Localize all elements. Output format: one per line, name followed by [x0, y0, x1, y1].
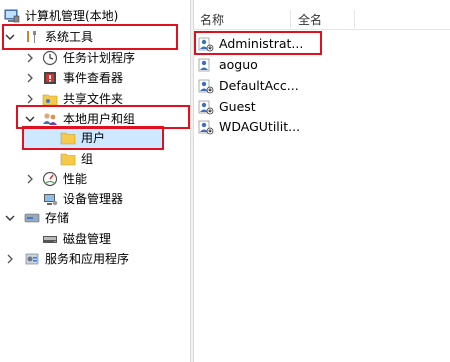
tree-item-label: 设备管理器	[63, 192, 124, 206]
tree-item-label: 事件查看器	[63, 71, 124, 85]
tree-item-shared-folders[interactable]: 共享文件夹	[24, 89, 123, 109]
tree-item-label: 性能	[63, 172, 88, 186]
folder-icon	[60, 151, 76, 167]
tree-item-system-tools[interactable]: 系统工具	[4, 27, 93, 47]
tree-item-device-manager[interactable]: 设备管理器	[42, 189, 123, 209]
tree-item-computer-management[interactable]: 计算机管理(本地)	[4, 6, 118, 26]
tree-item-groups[interactable]: 组	[60, 149, 93, 169]
tree-item-users[interactable]: 用户	[60, 128, 105, 148]
disk-icon	[42, 231, 58, 247]
tree-item-local-users-groups[interactable]: 本地用户和组	[24, 109, 135, 129]
tree-item-label: 用户	[81, 131, 106, 145]
list-header: 名称 全名	[194, 6, 450, 30]
performance-icon	[42, 171, 58, 187]
tree-item-performance[interactable]: 性能	[24, 169, 87, 189]
chevron-down-icon[interactable]	[24, 113, 36, 125]
user-name: DefaultAcc...	[219, 78, 299, 93]
tree-item-event-viewer[interactable]: 事件查看器	[24, 68, 123, 88]
user-name: WDAGUtilit...	[219, 119, 301, 134]
list-item-user[interactable]: DefaultAcc...	[198, 76, 299, 96]
chevron-right-icon[interactable]	[24, 93, 36, 105]
tree-item-label: 共享文件夹	[63, 92, 124, 106]
computer-management-icon	[4, 8, 20, 24]
column-separator[interactable]	[290, 10, 291, 28]
storage-icon	[24, 210, 40, 226]
user-name: aoguo	[219, 57, 258, 72]
list-item-user[interactable]: WDAGUtilit...	[198, 117, 300, 137]
user-icon	[198, 119, 214, 135]
list-item-user[interactable]: Administrat...	[198, 34, 303, 54]
tree-item-label: 系统工具	[45, 30, 94, 44]
chevron-down-icon[interactable]	[4, 31, 16, 43]
tree-item-disk-management[interactable]: 磁盘管理	[42, 229, 111, 249]
tree-item-label: 存储	[45, 211, 70, 225]
clock-icon	[42, 50, 58, 66]
tree-item-label: 任务计划程序	[63, 51, 136, 65]
chevron-down-icon[interactable]	[4, 212, 16, 224]
chevron-right-icon[interactable]	[24, 173, 36, 185]
list-item-user[interactable]: aoguo	[198, 55, 258, 75]
navigation-tree[interactable]: 计算机管理(本地) 系统工具 任务计划程序 事件查看器 共享文件夹 本地用户和组…	[0, 0, 190, 362]
tree-item-services-apps[interactable]: 服务和应用程序	[4, 249, 129, 269]
device-manager-icon	[42, 191, 58, 207]
user-name: Administrat...	[219, 36, 304, 51]
user-list-pane[interactable]: 名称 全名 Administrat... aoguo DefaultAcc...…	[194, 0, 450, 362]
tree-item-label: 组	[81, 152, 94, 166]
tools-icon	[24, 29, 40, 45]
tree-item-storage[interactable]: 存储	[4, 208, 69, 228]
tree-item-label: 本地用户和组	[63, 112, 136, 126]
list-item-user[interactable]: Guest	[198, 97, 256, 117]
column-header-full-name[interactable]: 全名	[298, 11, 322, 28]
chevron-right-icon[interactable]	[4, 253, 16, 265]
tree-item-label: 计算机管理(本地)	[25, 9, 119, 23]
tree-item-task-scheduler[interactable]: 任务计划程序	[24, 48, 135, 68]
folder-icon	[60, 130, 76, 146]
user-icon	[198, 78, 214, 94]
chevron-right-icon[interactable]	[24, 52, 36, 64]
services-icon	[24, 251, 40, 267]
user-name: Guest	[219, 99, 256, 114]
tree-item-label: 服务和应用程序	[45, 252, 130, 266]
user-icon	[198, 57, 214, 73]
event-viewer-icon	[42, 70, 58, 86]
column-separator[interactable]	[354, 10, 355, 28]
shared-folder-icon	[42, 91, 58, 107]
users-icon	[42, 111, 58, 127]
tree-item-label: 磁盘管理	[63, 232, 112, 246]
user-icon	[198, 36, 214, 52]
column-header-name[interactable]: 名称	[200, 11, 224, 28]
chevron-right-icon[interactable]	[24, 72, 36, 84]
user-icon	[198, 99, 214, 115]
